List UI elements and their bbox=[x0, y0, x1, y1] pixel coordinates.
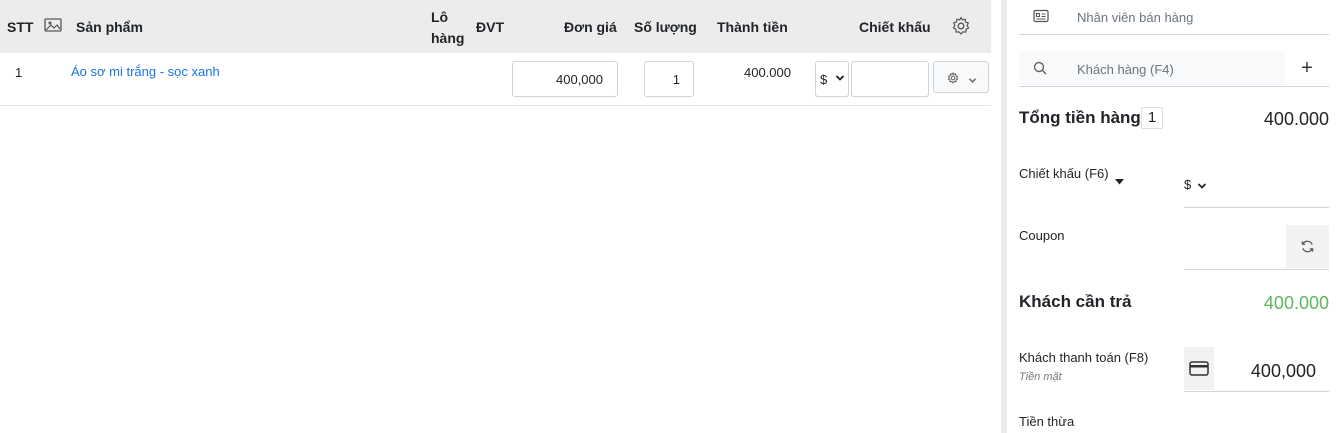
coupon-label: Coupon bbox=[1019, 228, 1065, 243]
paid-label: Khách thanh toán (F8) bbox=[1019, 350, 1149, 365]
change-label: Tiền thừa bbox=[1019, 414, 1075, 429]
chevron-down-icon bbox=[835, 71, 845, 86]
header-price: Đơn giá bbox=[564, 19, 617, 35]
header-total: Thành tiền bbox=[717, 19, 788, 35]
customer-underline bbox=[1019, 86, 1329, 87]
header-quantity: Số lượng bbox=[634, 19, 697, 35]
customer-search-box bbox=[1019, 51, 1329, 85]
search-icon bbox=[1033, 61, 1047, 80]
payment-method-button[interactable] bbox=[1184, 347, 1214, 390]
item-count-badge: 1 bbox=[1141, 107, 1163, 129]
refresh-icon bbox=[1300, 239, 1315, 259]
customer-search-input[interactable]: Khách hàng (F4) bbox=[1077, 62, 1174, 77]
discount-value-input[interactable] bbox=[851, 61, 929, 97]
image-icon bbox=[44, 17, 62, 38]
employee-input[interactable]: Nhân viên bán hàng bbox=[1077, 10, 1193, 25]
paid-amount-input[interactable]: 400,000 bbox=[1251, 361, 1316, 382]
add-customer-button[interactable]: + bbox=[1285, 51, 1329, 85]
header-lot-line1: Lô bbox=[431, 9, 449, 25]
checkout-panel: Nhân viên bán hàng Khách hàng (F4) + Tổn… bbox=[1007, 0, 1337, 433]
payable-label: Khách cần trả bbox=[1019, 292, 1132, 311]
subtotal-amount: 400.000 bbox=[1263, 109, 1329, 129]
product-link[interactable]: Áo sơ mi trắng - sọc xanh bbox=[71, 64, 220, 79]
paid-underline bbox=[1184, 391, 1329, 392]
header-lot-line2: hàng bbox=[431, 30, 465, 46]
header-stt: STT bbox=[7, 19, 34, 35]
id-card-icon bbox=[1033, 9, 1049, 28]
row-total: 400.000 bbox=[744, 65, 791, 80]
discount-underline bbox=[1184, 207, 1329, 208]
discount-label: Chiết khấu (F6) bbox=[1019, 166, 1109, 181]
employee-underline bbox=[1019, 34, 1329, 35]
subtotal-label: Tổng tiền hàng bbox=[1019, 108, 1141, 127]
price-input[interactable]: 400,000 bbox=[512, 61, 618, 97]
table-row: 1 Áo sơ mi trắng - sọc xanh 400,000 1 40… bbox=[0, 53, 991, 106]
caret-down-icon[interactable] bbox=[1115, 172, 1124, 190]
discount-type-dropdown[interactable]: $ bbox=[1184, 177, 1224, 197]
row-stt: 1 bbox=[15, 65, 23, 80]
chevron-down-icon bbox=[968, 73, 977, 88]
credit-card-icon bbox=[1189, 361, 1209, 381]
discount-type-value: $ bbox=[820, 72, 828, 87]
discount-type-value: $ bbox=[1184, 177, 1192, 192]
header-product: Sản phẩm bbox=[76, 19, 143, 35]
gear-icon bbox=[947, 72, 959, 87]
header-unit: ĐVT bbox=[476, 19, 504, 35]
header-discount: Chiết khấu bbox=[859, 19, 931, 35]
cart-panel: STT Sản phẩm Lô hàng ĐVT Đơn giá Số lượn… bbox=[0, 0, 991, 433]
payment-method: Tiền mặt bbox=[1019, 371, 1062, 383]
coupon-refresh-button[interactable] bbox=[1286, 225, 1329, 268]
chevron-down-icon bbox=[1197, 179, 1207, 194]
gear-icon[interactable] bbox=[951, 16, 971, 41]
payable-amount: 400.000 bbox=[1263, 293, 1329, 313]
quantity-input[interactable]: 1 bbox=[644, 61, 694, 97]
coupon-underline bbox=[1184, 269, 1329, 270]
table-header: STT Sản phẩm Lô hàng ĐVT Đơn giá Số lượn… bbox=[0, 0, 991, 53]
discount-type-select[interactable]: $ bbox=[815, 61, 849, 97]
row-settings-button[interactable] bbox=[933, 61, 989, 93]
